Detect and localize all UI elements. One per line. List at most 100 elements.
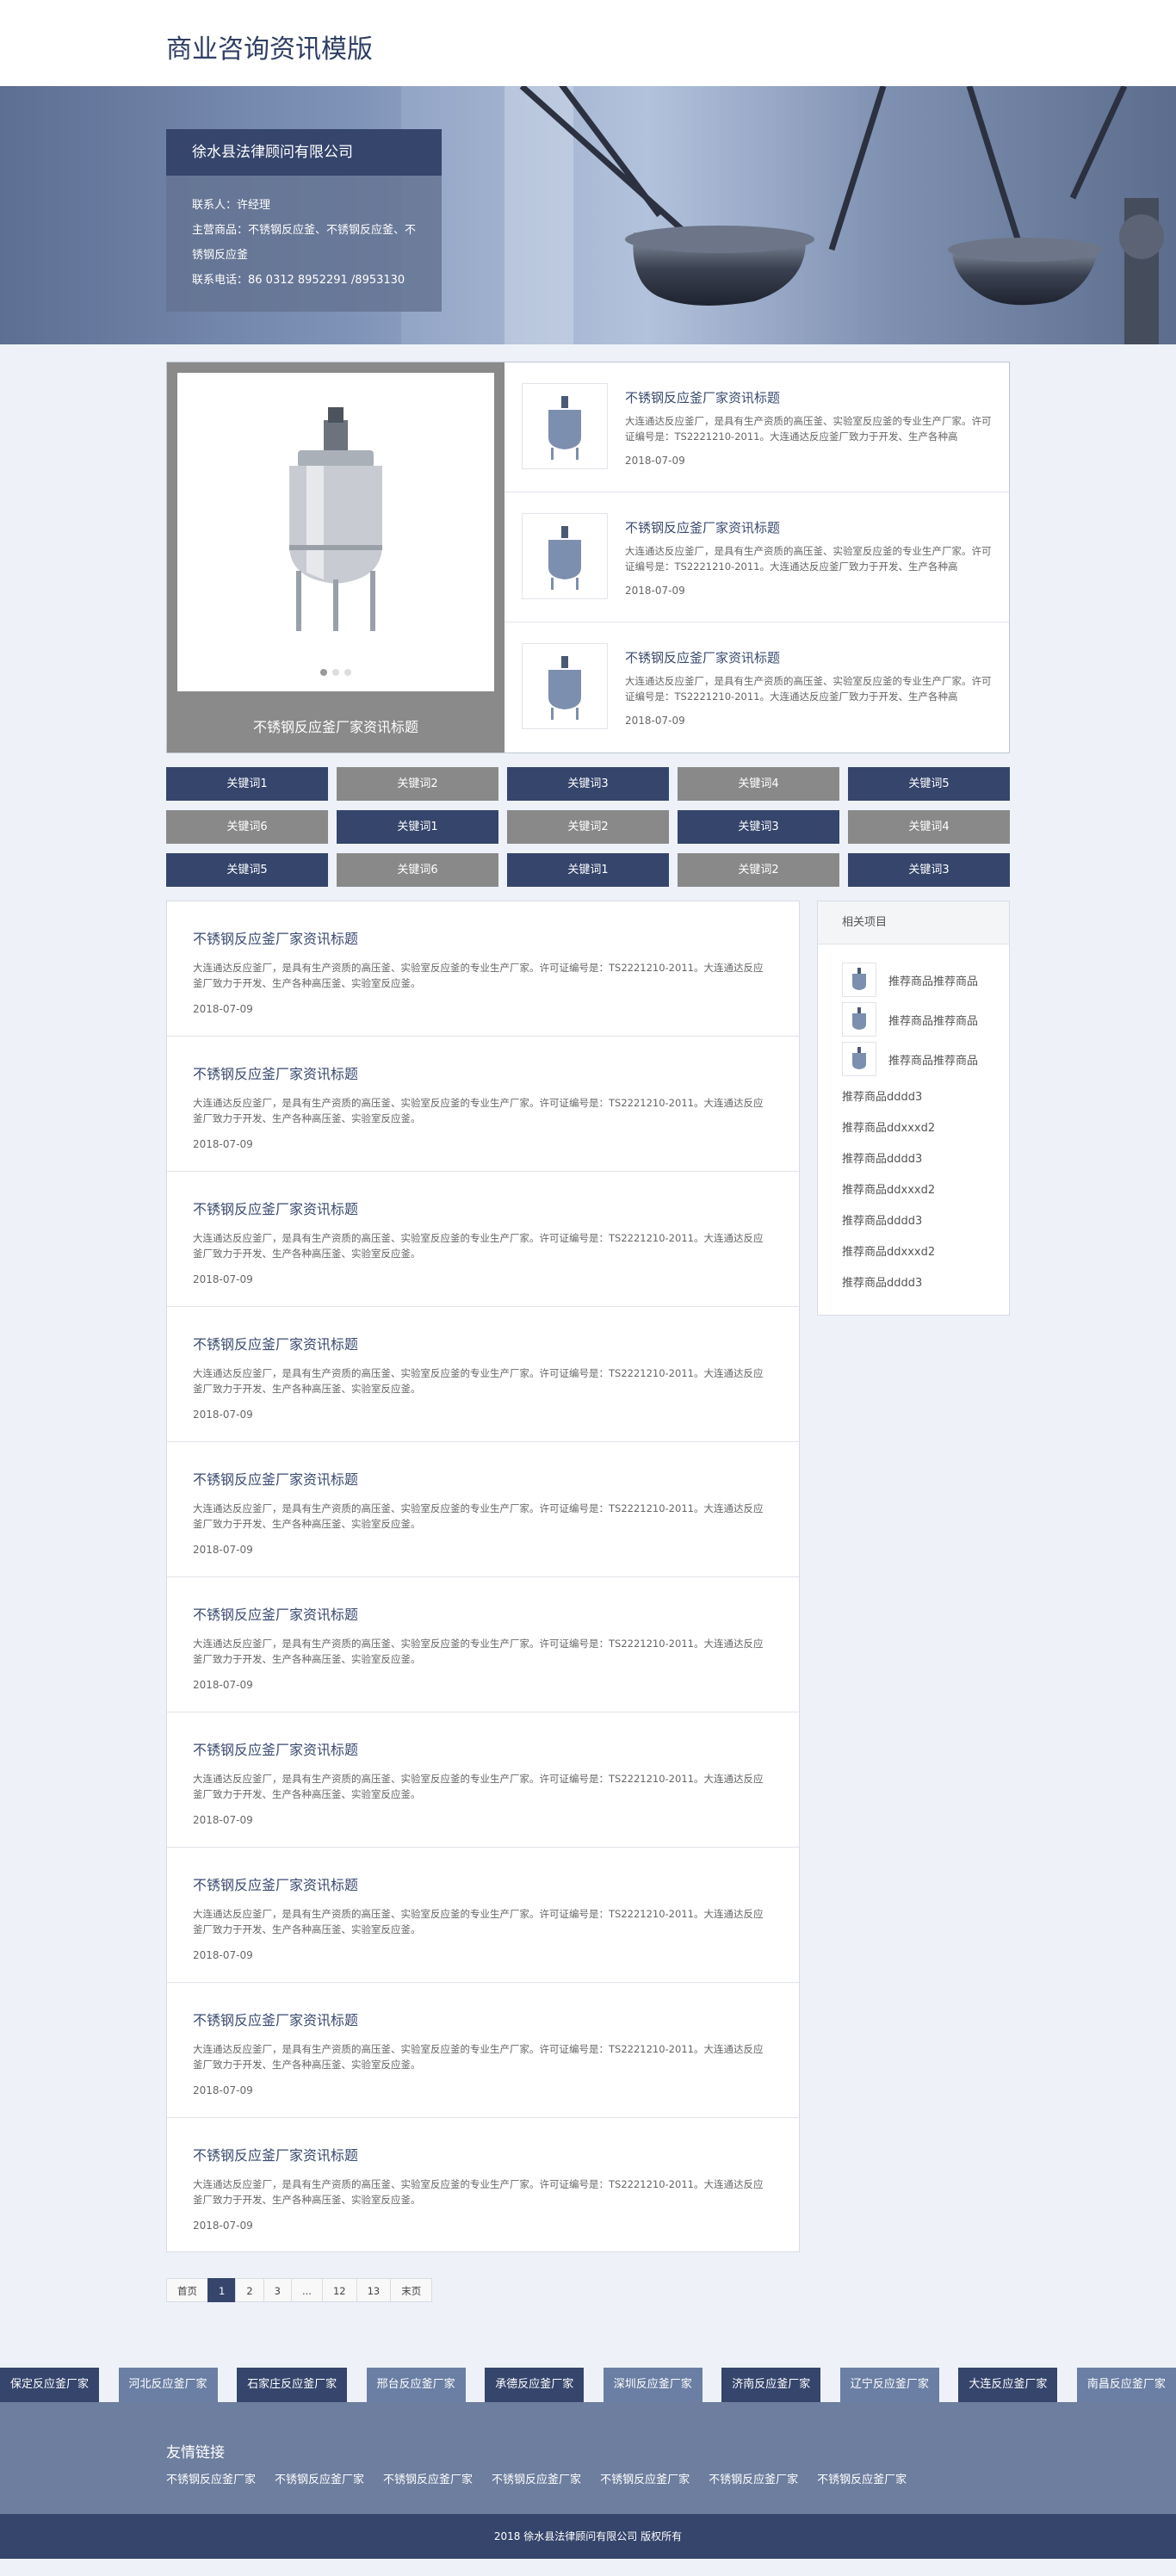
keyword-button[interactable]: 关键词6 (337, 853, 498, 887)
pager-last[interactable]: 末页 (390, 2278, 433, 2302)
article-title[interactable]: 不锈钢反应釜厂家资讯标题 (193, 1738, 766, 1759)
product-thumbnail[interactable] (842, 1002, 876, 1037)
pager-page-12[interactable]: 12 (321, 2278, 357, 2302)
recommended-label[interactable]: 推荐商品推荐商品 (888, 1012, 978, 1028)
featured-news-item[interactable]: 不锈钢反应釜厂家资讯标题 大连通达反应釜厂，是具有生产资质的高压釜、实验室反应釜… (504, 622, 1009, 752)
article-title[interactable]: 不锈钢反应釜厂家资讯标题 (193, 1468, 766, 1489)
article-title[interactable]: 不锈钢反应釜厂家资讯标题 (193, 1333, 766, 1353)
article-title[interactable]: 不锈钢反应釜厂家资讯标题 (193, 2009, 766, 2029)
friend-link[interactable]: 不锈钢反应釜厂家 (817, 2470, 907, 2486)
article-item[interactable]: 不锈钢反应釜厂家资讯标题 大连通达反应釜厂，是具有生产资质的高压釜、实验室反应釜… (167, 1037, 799, 1172)
article-item[interactable]: 不锈钢反应釜厂家资讯标题 大连通达反应釜厂，是具有生产资质的高压釜、实验室反应釜… (167, 901, 799, 1037)
city-link[interactable]: 大连反应釜厂家 (958, 2368, 1058, 2402)
friend-links-title: 友情链接 (166, 2444, 225, 2461)
related-link[interactable]: 推荐商品dddd3 (842, 1082, 1009, 1113)
article-title[interactable]: 不锈钢反应釜厂家资讯标题 (193, 1198, 766, 1218)
related-link[interactable]: 推荐商品dddd3 (842, 1144, 1009, 1175)
news-thumbnail[interactable] (522, 513, 608, 599)
city-link[interactable]: 辽宁反应釜厂家 (839, 2368, 939, 2402)
article-title[interactable]: 不锈钢反应釜厂家资讯标题 (193, 927, 766, 948)
friend-link[interactable]: 不锈钢反应釜厂家 (383, 2470, 473, 2486)
friend-link[interactable]: 不锈钢反应釜厂家 (709, 2470, 798, 2486)
article-item[interactable]: 不锈钢反应釜厂家资讯标题 大连通达反应釜厂，是具有生产资质的高压釜、实验室反应釜… (167, 1848, 799, 1983)
pager-page-3[interactable]: 3 (263, 2278, 292, 2302)
city-link[interactable]: 南昌反应釜厂家 (1076, 2368, 1176, 2402)
article-item[interactable]: 不锈钢反应釜厂家资讯标题 大连通达反应釜厂，是具有生产资质的高压釜、实验室反应釜… (167, 1983, 799, 2118)
news-title[interactable]: 不锈钢反应釜厂家资讯标题 (625, 518, 993, 536)
slider-dots[interactable] (177, 663, 494, 679)
news-title[interactable]: 不锈钢反应釜厂家资讯标题 (625, 648, 993, 666)
article-item[interactable]: 不锈钢反应釜厂家资讯标题 大连通达反应釜厂，是具有生产资质的高压釜、实验室反应釜… (167, 1172, 799, 1307)
friend-link[interactable]: 不锈钢反应釜厂家 (600, 2470, 690, 2486)
slider-image[interactable] (177, 373, 494, 691)
keyword-button[interactable]: 关键词1 (507, 853, 669, 887)
friend-link[interactable]: 不锈钢反应釜厂家 (166, 2470, 256, 2486)
scale-image (401, 86, 1176, 344)
keyword-button[interactable]: 关键词3 (678, 810, 839, 844)
related-link[interactable]: 推荐商品ddxxxd2 (842, 1175, 1009, 1206)
slider-dot[interactable] (320, 669, 327, 676)
article-title[interactable]: 不锈钢反应釜厂家资讯标题 (193, 1062, 766, 1083)
article-item[interactable]: 不锈钢反应釜厂家资讯标题 大连通达反应釜厂，是具有生产资质的高压釜、实验室反应釜… (167, 1577, 799, 1712)
article-item[interactable]: 不锈钢反应釜厂家资讯标题 大连通达反应釜厂，是具有生产资质的高压釜、实验室反应釜… (167, 1712, 799, 1848)
keyword-button[interactable]: 关键词4 (678, 767, 839, 801)
friend-links: 友情链接 不锈钢反应釜厂家 不锈钢反应釜厂家 不锈钢反应釜厂家 不锈钢反应釜厂家… (0, 2402, 1176, 2514)
article-date: 2018-07-09 (193, 1949, 253, 1961)
city-link[interactable]: 济南反应釜厂家 (721, 2368, 821, 2402)
recommended-item[interactable]: 推荐商品推荐商品 (842, 1000, 1009, 1039)
friend-link[interactable]: 不锈钢反应釜厂家 (492, 2470, 581, 2486)
related-link-list: 推荐商品dddd3 推荐商品ddxxxd2 推荐商品dddd3 推荐商品ddxx… (818, 1082, 1009, 1299)
keyword-button[interactable]: 关键词2 (507, 810, 669, 844)
company-contact: 联系人：许经理 (192, 199, 271, 212)
keyword-button[interactable]: 关键词1 (166, 767, 328, 801)
product-thumbnail[interactable] (842, 1042, 876, 1076)
news-thumbnail[interactable] (522, 383, 608, 469)
recommended-item[interactable]: 推荐商品推荐商品 (842, 960, 1009, 1000)
related-link[interactable]: 推荐商品ddxxxd2 (842, 1113, 1009, 1144)
keyword-button[interactable]: 关键词3 (848, 853, 1010, 887)
pager-page-13[interactable]: 13 (356, 2278, 392, 2302)
recommended-label[interactable]: 推荐商品推荐商品 (888, 972, 978, 988)
keyword-button[interactable]: 关键词5 (848, 767, 1010, 801)
article-item[interactable]: 不锈钢反应釜厂家资讯标题 大连通达反应釜厂，是具有生产资质的高压釜、实验室反应釜… (167, 1442, 799, 1577)
friend-link[interactable]: 不锈钢反应釜厂家 (275, 2470, 364, 2486)
article-title[interactable]: 不锈钢反应釜厂家资讯标题 (193, 2144, 766, 2164)
recommended-label[interactable]: 推荐商品推荐商品 (888, 1051, 978, 1068)
copyright: 2018 徐水县法律顾问有限公司 版权所有 (0, 2514, 1176, 2559)
pager-page-2[interactable]: 2 (235, 2278, 264, 2302)
recommended-item[interactable]: 推荐商品推荐商品 (842, 1039, 1009, 1079)
slider-dot[interactable] (344, 669, 351, 676)
city-link[interactable]: 石家庄反应釜厂家 (237, 2368, 348, 2402)
keyword-button[interactable]: 关键词2 (678, 853, 839, 887)
article-title[interactable]: 不锈钢反应釜厂家资讯标题 (193, 1603, 766, 1624)
city-link[interactable]: 河北反应釜厂家 (118, 2368, 218, 2402)
slider-caption[interactable]: 不锈钢反应釜厂家资讯标题 (177, 715, 494, 736)
keyword-button[interactable]: 关键词6 (166, 810, 328, 844)
city-link[interactable]: 保定反应釜厂家 (0, 2368, 100, 2402)
product-thumbnail[interactable] (842, 963, 876, 997)
pager-page-1[interactable]: 1 (207, 2278, 237, 2302)
keyword-button[interactable]: 关键词4 (848, 810, 1010, 844)
site-title[interactable]: 商业咨询资讯模版 (166, 28, 373, 65)
keyword-button[interactable]: 关键词2 (337, 767, 498, 801)
keyword-button[interactable]: 关键词1 (337, 810, 498, 844)
article-item[interactable]: 不锈钢反应釜厂家资讯标题 大连通达反应釜厂，是具有生产资质的高压釜、实验室反应釜… (167, 1307, 799, 1442)
keyword-button[interactable]: 关键词5 (166, 853, 328, 887)
slider-dot[interactable] (332, 669, 339, 676)
related-link[interactable]: 推荐商品dddd3 (842, 1268, 1009, 1299)
featured-news-item[interactable]: 不锈钢反应釜厂家资讯标题 大连通达反应釜厂，是具有生产资质的高压釜、实验室反应釜… (504, 492, 1009, 622)
related-link[interactable]: 推荐商品dddd3 (842, 1206, 1009, 1237)
city-link[interactable]: 深圳反应釜厂家 (603, 2368, 703, 2402)
article-title[interactable]: 不锈钢反应釜厂家资讯标题 (193, 1873, 766, 1894)
city-link[interactable]: 承德反应釜厂家 (485, 2368, 585, 2402)
company-products: 主营商品：不锈钢反应釜、不锈钢反应釜、不锈钢反应釜 (192, 224, 417, 262)
city-link[interactable]: 邢台反应釜厂家 (366, 2368, 466, 2402)
image-slider[interactable]: 不锈钢反应釜厂家资讯标题 (167, 362, 504, 752)
keyword-button[interactable]: 关键词3 (507, 767, 669, 801)
news-thumbnail[interactable] (522, 643, 608, 729)
featured-news-item[interactable]: 不锈钢反应釜厂家资讯标题 大连通达反应釜厂，是具有生产资质的高压釜、实验室反应釜… (504, 362, 1009, 492)
pager-first[interactable]: 首页 (166, 2278, 208, 2302)
related-link[interactable]: 推荐商品ddxxxd2 (842, 1237, 1009, 1268)
news-title[interactable]: 不锈钢反应釜厂家资讯标题 (625, 388, 993, 406)
article-item[interactable]: 不锈钢反应釜厂家资讯标题 大连通达反应釜厂，是具有生产资质的高压釜、实验室反应釜… (167, 2118, 799, 2251)
